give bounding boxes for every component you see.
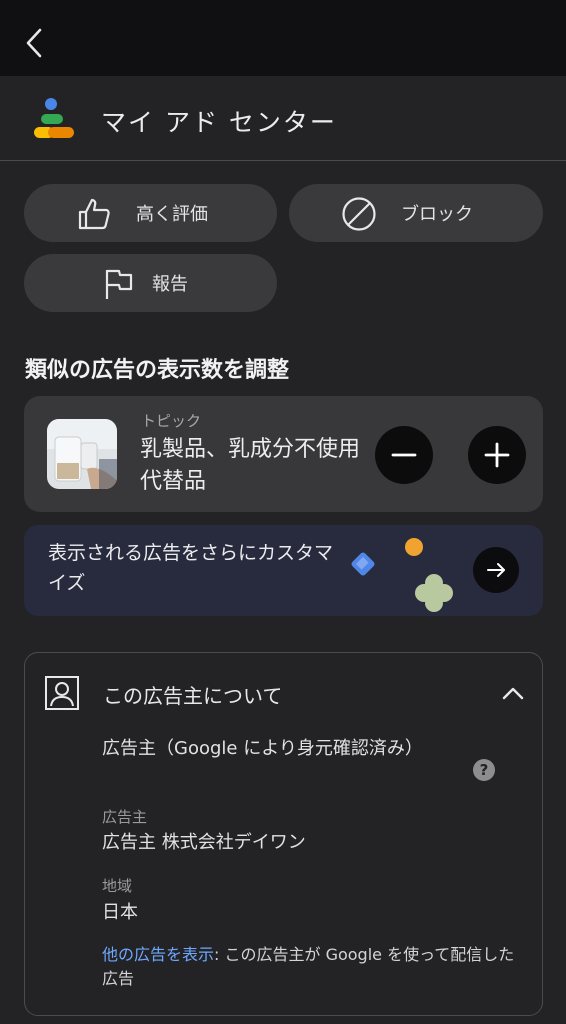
advertiser-verified-label: 広告主（Google により身元確認済み） [102, 738, 423, 759]
like-label: 高く評価 [136, 204, 208, 225]
arrow-right-icon [487, 563, 505, 577]
person-icon [45, 676, 79, 710]
plus-icon [484, 442, 510, 468]
topic-card: トピック 乳製品、乳成分不使用代替品 [24, 396, 543, 512]
customize-ads-text: 表示される広告をさらにカスタマイズ [48, 542, 334, 594]
my-ad-center-logo-icon [34, 98, 74, 138]
show-fewer-button[interactable] [375, 426, 433, 484]
chevron-left-icon[interactable] [18, 26, 52, 60]
region-value: 日本 [102, 902, 138, 923]
region-field-label: 地域 [102, 877, 133, 895]
help-icon[interactable]: ? [473, 759, 495, 781]
topic-thumbnail [47, 419, 117, 489]
topic-type-label: トピック [141, 412, 202, 430]
block-label: ブロック [401, 204, 473, 225]
report-label: 報告 [152, 274, 188, 295]
advertiser-field-label: 広告主 [102, 808, 148, 826]
thumbs-up-icon [78, 198, 110, 230]
about-advertiser-title: この広告主について [103, 684, 283, 708]
page-title: マイ アド センター [101, 108, 337, 137]
flag-icon [105, 269, 133, 299]
chevron-up-icon[interactable] [499, 681, 527, 705]
report-button[interactable]: 報告 [24, 254, 277, 312]
like-button[interactable]: 高く評価 [24, 184, 277, 242]
block-button[interactable]: ブロック [289, 184, 543, 242]
top-bar [0, 0, 566, 76]
more-ads-link[interactable]: 他の広告を表示 [102, 945, 214, 964]
advertiser-name: 広告主 株式会社デイワン [102, 832, 306, 853]
decorative-shapes-icon [351, 538, 453, 612]
block-icon [342, 197, 376, 231]
minus-icon [391, 453, 417, 457]
more-ads-text: 他の広告を表示: この広告主が Google を使って配信した広告 [102, 943, 522, 991]
customize-ads-arrow-button[interactable] [473, 547, 519, 593]
page-header: マイ アド センター [0, 76, 566, 161]
topic-name: 乳製品、乳成分不使用代替品 [140, 437, 361, 494]
customize-ads-card[interactable]: 表示される広告をさらにカスタマイズ [24, 525, 543, 616]
about-advertiser-section: この広告主について 広告主（Google により身元確認済み） ? 広告主 広告… [24, 652, 543, 1016]
show-more-button[interactable] [468, 426, 526, 484]
adjust-section-title: 類似の広告の表示数を調整 [25, 358, 290, 383]
